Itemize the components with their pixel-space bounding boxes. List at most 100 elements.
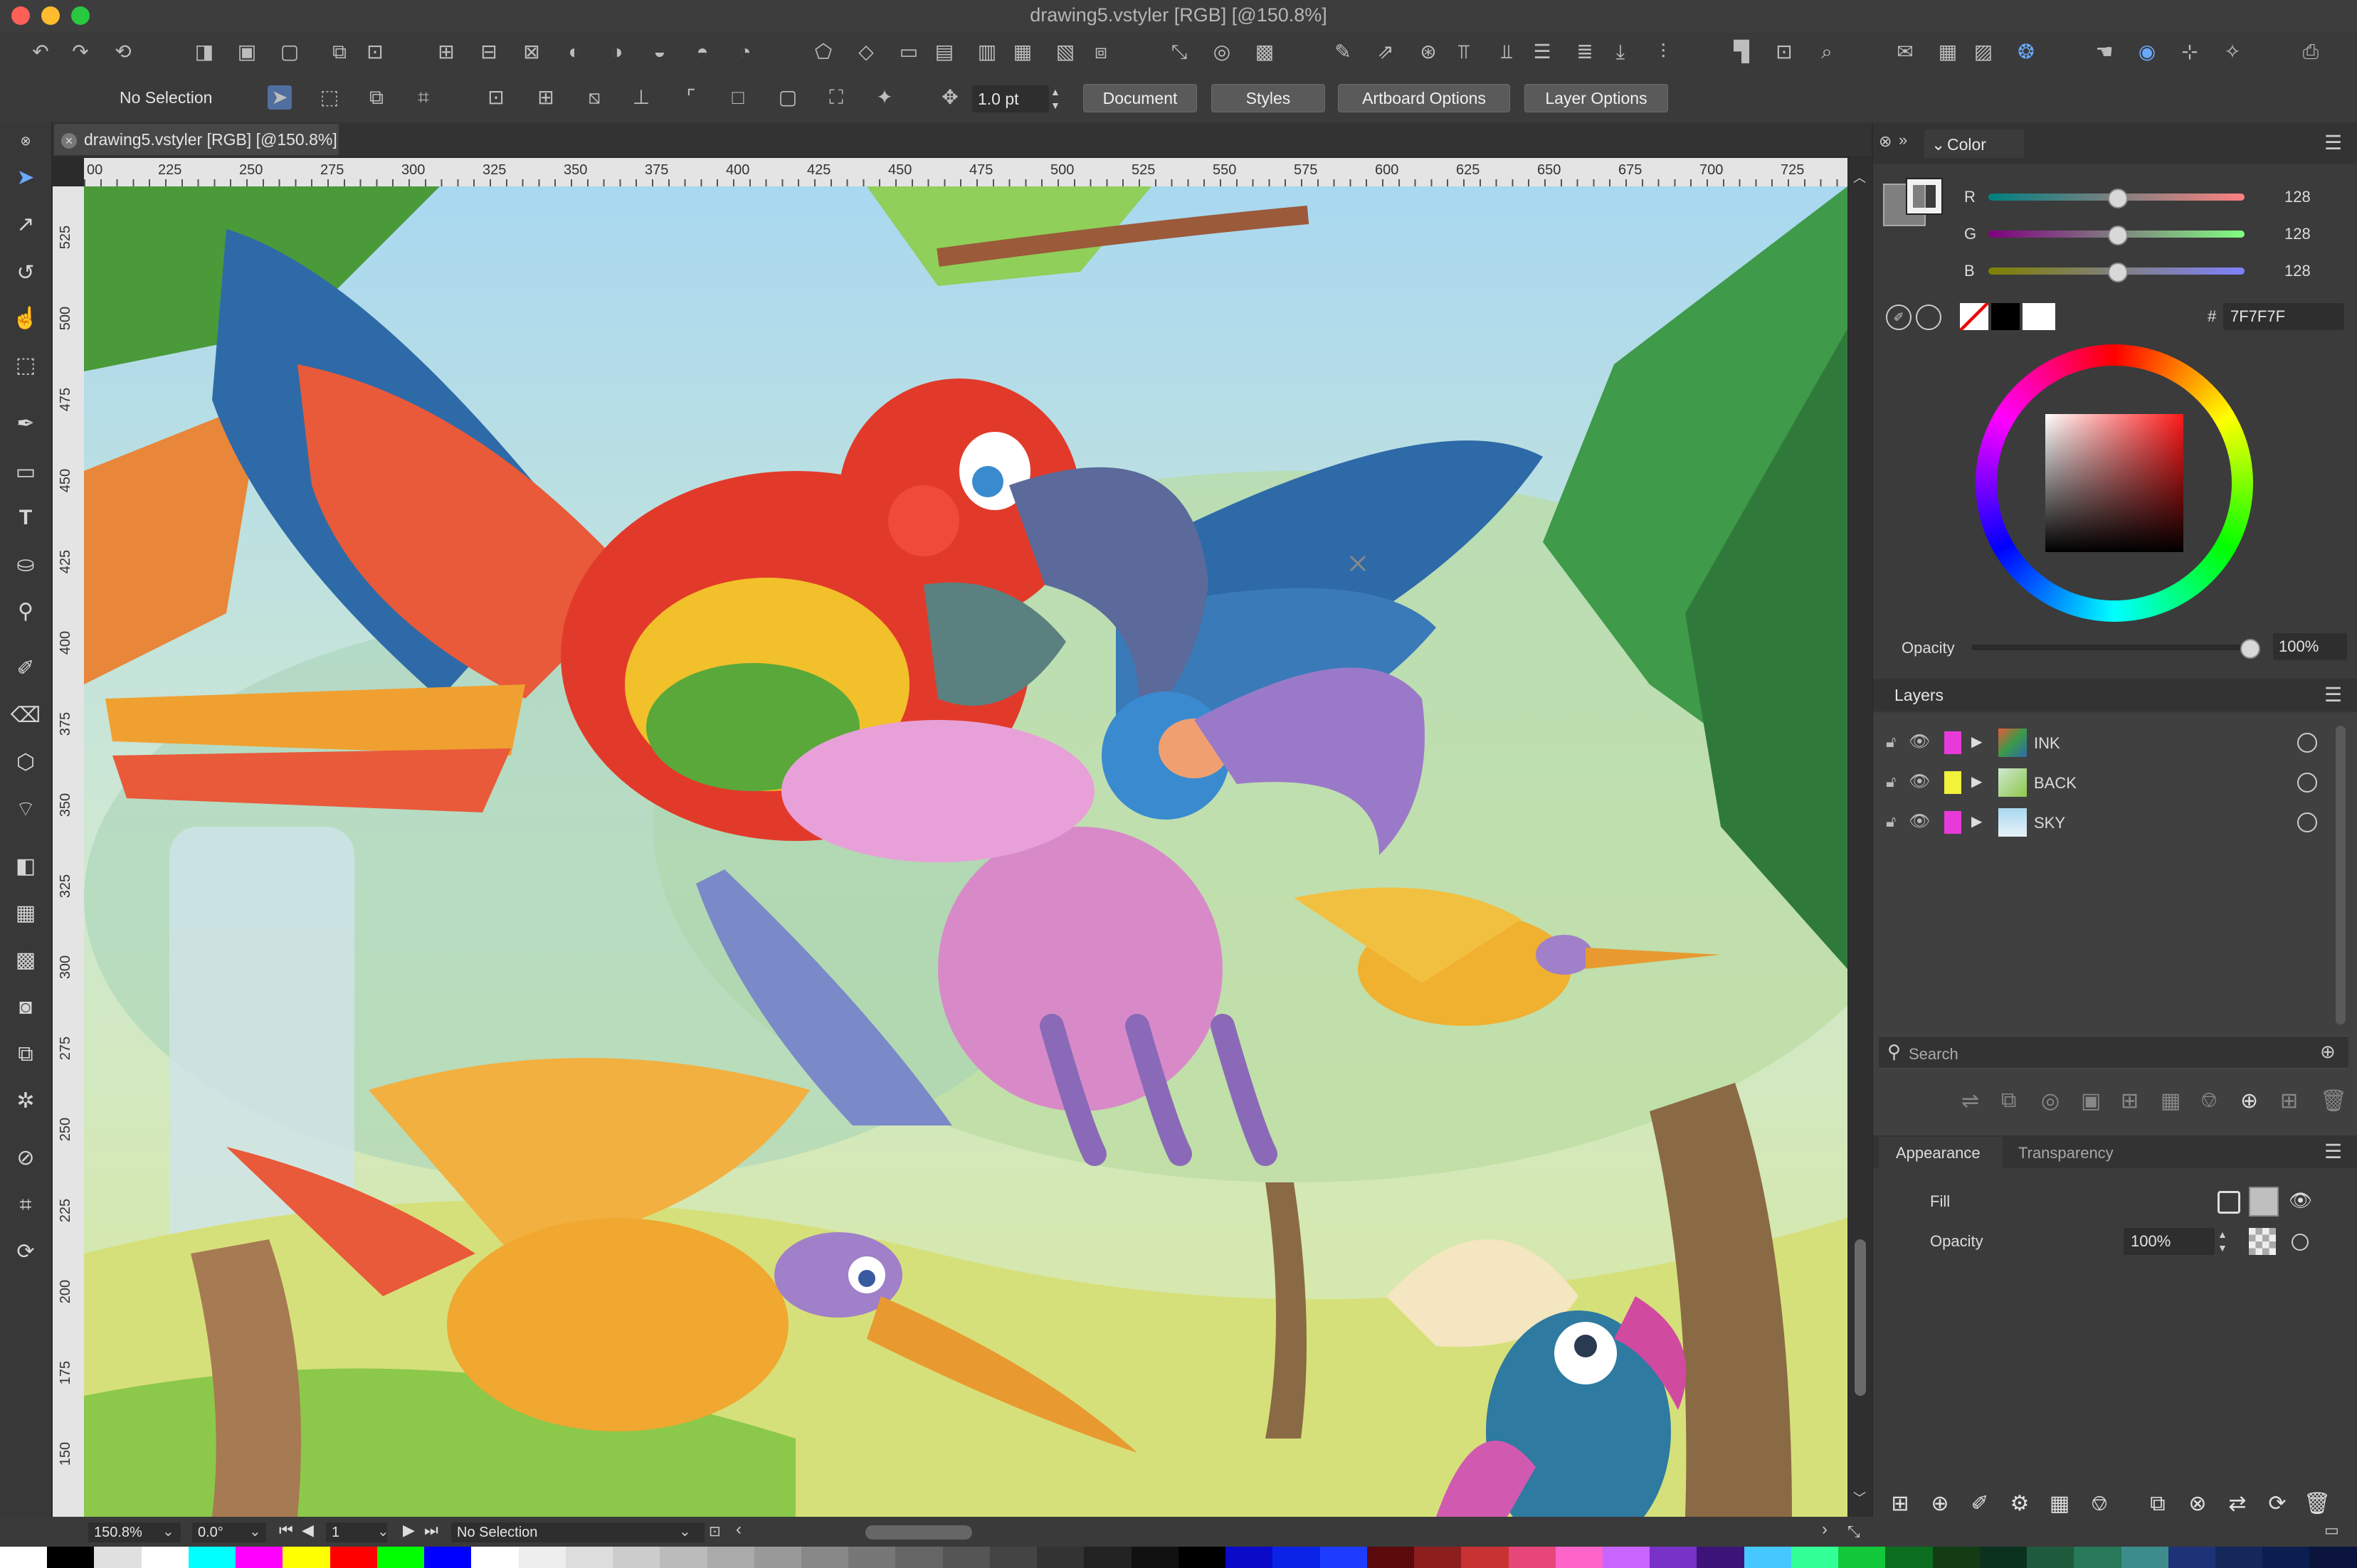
duplicate-effect-icon[interactable]: ⧉	[2144, 1490, 2172, 1518]
lasso-select-icon[interactable]: ⌗	[411, 85, 436, 110]
scroll-up-icon[interactable]: ︿	[1853, 168, 1866, 186]
layer-row-ink[interactable]: 🔓︎ 👁︎ ▶ INK	[1873, 726, 2329, 761]
search-options-icon[interactable]: ⊕	[2320, 1041, 2336, 1063]
mask-layer-icon[interactable]: ▣	[2081, 1088, 2101, 1113]
palette-swatch[interactable]	[895, 1547, 943, 1568]
layer-name[interactable]: SKY	[2034, 814, 2065, 832]
color-palette-strip[interactable]	[0, 1547, 2357, 1568]
expand-icon[interactable]: ◔	[733, 40, 757, 64]
drawing-canvas[interactable]	[84, 186, 1847, 1517]
status-selection-field[interactable]: No Selection	[451, 1522, 705, 1542]
gradient-tool-icon[interactable]: ◧	[10, 851, 41, 882]
channel-g-knob[interactable]	[2108, 226, 2128, 245]
add-item-icon[interactable]: ⊞	[1886, 1490, 1914, 1518]
palette-swatch[interactable]	[565, 1547, 613, 1568]
appearance-opacity-stepper[interactable]: ▲ ▼	[2218, 1228, 2227, 1255]
layer-color-swatch[interactable]	[1944, 771, 1961, 794]
appearance-menu-icon[interactable]: ☰	[2324, 1140, 2342, 1163]
download-icon[interactable]: ⤓	[1608, 40, 1633, 64]
palette-swatch[interactable]	[1838, 1547, 1886, 1568]
select-arrow-icon[interactable]: ➤	[268, 85, 292, 110]
collapse-panel-icon[interactable]: »	[1899, 131, 1907, 149]
swap-icon[interactable]: ⇄	[2223, 1490, 2252, 1518]
channel-b-knob[interactable]	[2108, 263, 2128, 282]
layer-options-icon[interactable]: ⇌	[1961, 1088, 1979, 1113]
palette-swatch[interactable]	[1366, 1547, 1415, 1568]
palette-swatch[interactable]	[2215, 1547, 2263, 1568]
snap-icon[interactable]: ⊹	[2178, 40, 2202, 64]
channel-r-knob[interactable]	[2108, 189, 2128, 208]
palette-swatch[interactable]	[1602, 1547, 1650, 1568]
union-icon[interactable]: ⊞	[434, 40, 458, 64]
expand-triangle-icon[interactable]: ▶	[1971, 812, 1982, 830]
unlock-icon[interactable]: 🔓︎	[1886, 773, 1896, 791]
grid-layer-icon[interactable]: ▦	[2161, 1088, 2181, 1113]
palette-swatch[interactable]	[1508, 1547, 1556, 1568]
palette-swatch[interactable]	[660, 1547, 707, 1568]
eyedropper-tool-icon[interactable]: ⚲	[10, 596, 41, 627]
pattern-icon[interactable]: ▦	[1936, 40, 1960, 64]
grid-icon[interactable]: ▩	[1253, 40, 1277, 64]
fill-visibility-eye-icon[interactable]: 👁︎	[2289, 1190, 2312, 1212]
palette-swatch[interactable]	[1932, 1547, 1980, 1568]
prev-page-icon[interactable]: ◀	[302, 1521, 314, 1540]
fill-tool-icon[interactable]: ⛀	[10, 549, 41, 581]
visibility-eye-icon[interactable]: 👁︎	[1909, 771, 1930, 792]
status-export-icon[interactable]: ⊡	[709, 1522, 721, 1540]
layers-scrollbar[interactable]	[2336, 726, 2346, 1024]
arrange-front-icon[interactable]: ▤	[932, 40, 956, 64]
palette-swatch[interactable]	[1037, 1547, 1085, 1568]
palette-swatch[interactable]	[94, 1547, 142, 1568]
path-icon[interactable]: ⬠	[811, 40, 835, 64]
direct-select-icon[interactable]: ⬚	[317, 85, 342, 110]
palette-swatch[interactable]	[1697, 1547, 1744, 1568]
corner-icon[interactable]: ⌜	[679, 85, 703, 110]
arrange-back-icon[interactable]: ▥	[975, 40, 999, 64]
palette-swatch[interactable]	[848, 1547, 896, 1568]
palette-swatch[interactable]	[1461, 1547, 1509, 1568]
trash-icon[interactable]: 🗑︎	[2320, 1088, 2347, 1113]
palette-swatch[interactable]	[1319, 1547, 1367, 1568]
palette-swatch[interactable]	[283, 1547, 330, 1568]
palette-swatch[interactable]	[1131, 1547, 1178, 1568]
baseline-icon[interactable]: ⊥	[629, 85, 653, 110]
layer-target-circle-icon[interactable]	[2297, 733, 2317, 753]
mesh-tool-icon[interactable]: ▦	[10, 898, 41, 929]
appearance-opacity-field[interactable]: 100%	[2124, 1228, 2215, 1255]
layers-search-bar[interactable]: ⚲ Search ⊕	[1879, 1036, 2348, 1069]
document-search-icon[interactable]: ⌕	[1815, 40, 1839, 64]
fit-view-icon[interactable]: ⤡	[1847, 1522, 1860, 1541]
picker-tool-icon[interactable]: ⊘	[10, 1143, 41, 1174]
layer-target-circle-icon[interactable]	[2297, 773, 2317, 793]
opacity-target-circle-icon[interactable]	[2292, 1234, 2309, 1251]
panel-menu-icon[interactable]: ☰	[2324, 131, 2342, 154]
wand-icon[interactable]: ✦	[872, 85, 897, 110]
close-tab-icon[interactable]: ×	[61, 133, 77, 149]
fill-type-icon[interactable]	[2218, 1191, 2240, 1214]
crop-icon[interactable]: ◓	[690, 40, 715, 64]
distribute-icon[interactable]: ☰	[1530, 40, 1554, 64]
vertical-scrollbar[interactable]: ︿ ﹀	[1849, 158, 1872, 1517]
expand-triangle-icon[interactable]: ▶	[1971, 773, 1982, 790]
layer-color-swatch[interactable]	[1944, 811, 1961, 834]
channel-g-value[interactable]: 128	[2284, 225, 2311, 243]
palette-swatch[interactable]	[518, 1547, 566, 1568]
palette-swatch[interactable]	[47, 1547, 95, 1568]
palette-swatch[interactable]	[1979, 1547, 2028, 1568]
lock-icon[interactable]: ⊡	[363, 40, 387, 64]
align-top-icon[interactable]: ⫪	[1452, 40, 1476, 64]
exclude-icon[interactable]: ◐	[562, 40, 586, 64]
text-style-icon[interactable]: ▜	[1729, 40, 1754, 64]
symbol-icon[interactable]: ⊛	[1416, 40, 1440, 64]
document-tab[interactable]: × drawing5.vstyler [RGB] [@150.8%]	[54, 124, 339, 155]
rotate-icon[interactable]: ⟲	[111, 40, 135, 64]
palette-swatch[interactable]	[1414, 1547, 1462, 1568]
clear-effect-icon[interactable]: ⊗	[2183, 1490, 2212, 1518]
layer-row-back[interactable]: 🔓︎ 👁︎ ▶ BACK	[1873, 766, 2329, 801]
white-swatch[interactable]	[2023, 303, 2055, 330]
palette-swatch[interactable]	[942, 1547, 990, 1568]
palette-swatch[interactable]	[1885, 1547, 1933, 1568]
bounding-box-icon[interactable]: ⊡	[484, 85, 508, 110]
text-tool-icon[interactable]: T	[10, 502, 41, 534]
scale-icon[interactable]: ⛶	[824, 85, 848, 110]
